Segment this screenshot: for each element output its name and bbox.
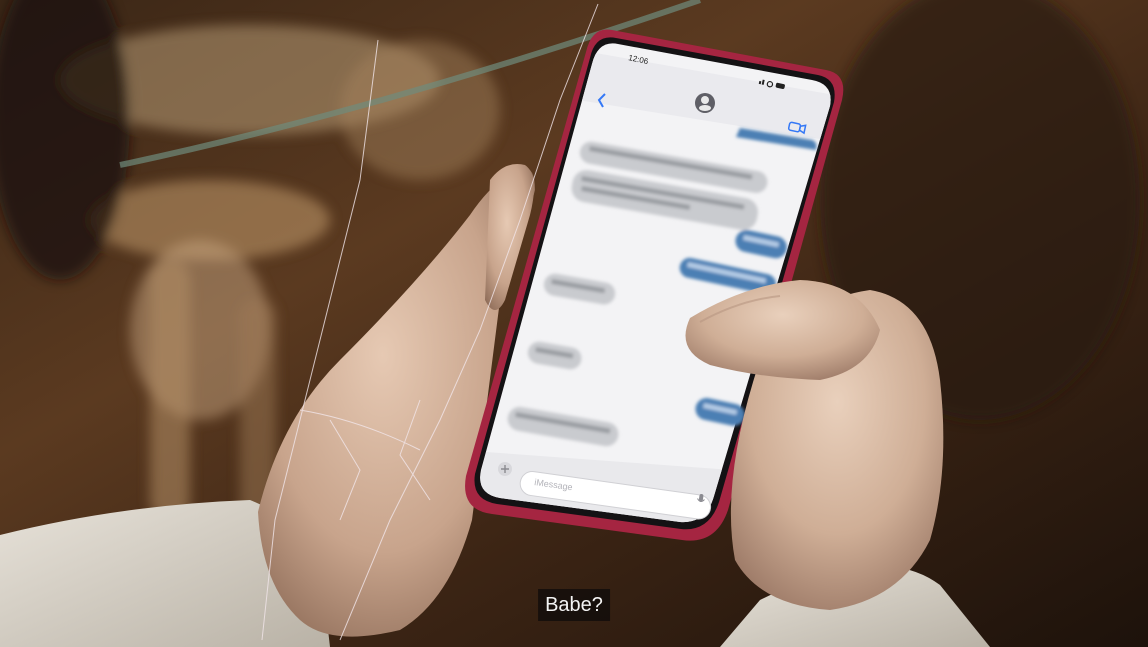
video-frame: 12:06 iMessage Babe? <box>0 0 1148 647</box>
subtitle-caption: Babe? <box>538 589 610 621</box>
avatar-person-icon <box>701 96 709 104</box>
scene: 12:06 iMessage <box>0 0 1148 647</box>
